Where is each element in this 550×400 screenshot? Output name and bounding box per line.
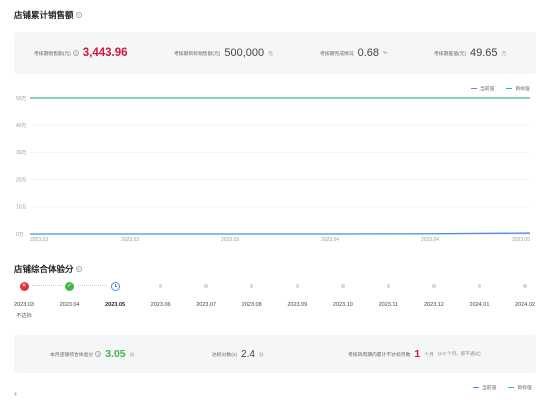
score-section-title: 店铺综合体验分 ? bbox=[14, 264, 82, 274]
y-tick-label: 30万 bbox=[16, 150, 27, 156]
x-tick-label: 2023.05 bbox=[512, 237, 530, 243]
help-icon[interactable]: ? bbox=[75, 266, 82, 272]
timeline-month-label: 2023.07 bbox=[196, 302, 217, 308]
pending-dot-icon bbox=[295, 284, 300, 288]
timeline-node-future[interactable] bbox=[520, 281, 530, 291]
timeline-month-label: 2023.04 bbox=[59, 302, 80, 308]
x-tick-label: 2023.03 bbox=[30, 237, 48, 243]
y-tick-label: 20万 bbox=[16, 177, 27, 183]
x-tick-label: 2023.04 bbox=[421, 237, 439, 243]
timeline-month-label: 2023.06 bbox=[150, 302, 171, 308]
timeline-node-future[interactable] bbox=[474, 281, 484, 291]
timeline-node-future[interactable] bbox=[201, 281, 211, 291]
score-summary-card: 本月店铺综合体验分? 3.05 分 达标分数(≥) 2.4 分 考核目周期内累计… bbox=[14, 335, 536, 373]
legend-item-target[interactable]: 目标值 bbox=[508, 384, 532, 391]
fail-months-value: 1 bbox=[414, 348, 421, 360]
timeline-month-label: 2023.12 bbox=[423, 302, 444, 308]
timeline-month-label: 2024.01 bbox=[469, 302, 490, 308]
pending-dot-icon bbox=[523, 284, 527, 288]
y-tick-label: 0万 bbox=[16, 232, 24, 238]
timeline-node-future[interactable] bbox=[156, 281, 166, 291]
pending-dot-icon bbox=[341, 284, 345, 288]
timeline-node-pass[interactable]: ✓ bbox=[65, 281, 75, 291]
timeline-month-label: 2024.02 bbox=[515, 302, 535, 308]
timeline-month-label: 2023.10 bbox=[332, 302, 353, 308]
timeline-month-label: 2023.05 bbox=[105, 302, 126, 308]
x-tick-label: 2023.03 bbox=[121, 237, 139, 243]
timeline-node-future[interactable] bbox=[292, 281, 302, 291]
current-score-value: 3.05 bbox=[105, 348, 126, 360]
pending-dot-icon bbox=[249, 284, 254, 288]
pending-dot-icon bbox=[477, 284, 482, 288]
current-score-metric: 本月店铺综合体验分? 3.05 分 bbox=[50, 348, 135, 360]
series-line-current[interactable] bbox=[30, 232, 531, 235]
sales-line-chart: 0万 10万 20万 30万 40万 50万 2023.03 2023.03 2023.03 20… bbox=[16, 96, 531, 243]
pending-dot-icon bbox=[204, 284, 208, 288]
clock-icon bbox=[110, 281, 120, 291]
x-tick-label: 2023.03 bbox=[221, 237, 239, 243]
target-score-value: 2.4 bbox=[241, 348, 255, 360]
target-score-metric: 达标分数(≥) 2.4 分 bbox=[212, 348, 264, 360]
y-tick-label: 10万 bbox=[16, 205, 27, 211]
pending-dot-icon bbox=[386, 284, 391, 288]
timeline-node-future[interactable] bbox=[247, 281, 257, 291]
timeline-node-future[interactable] bbox=[338, 281, 348, 291]
check-icon: ✓ bbox=[65, 281, 75, 291]
timeline-month-label: 2023.09 bbox=[287, 302, 308, 308]
fail-icon: ✕ bbox=[19, 281, 29, 291]
timeline-month-label: 2023.08 bbox=[241, 302, 262, 308]
pending-dot-icon bbox=[432, 284, 436, 288]
timeline-node-future[interactable] bbox=[383, 281, 393, 291]
y-tick-label: 40万 bbox=[16, 123, 27, 129]
timeline-node-future[interactable] bbox=[429, 281, 439, 291]
pending-dot-icon bbox=[158, 284, 163, 288]
legend-item-current[interactable]: 当前值 bbox=[473, 384, 496, 391]
timeline-month-label: 2023.11 bbox=[378, 302, 399, 308]
timeline-node-current[interactable] bbox=[110, 281, 120, 291]
timeline-connector bbox=[77, 285, 108, 287]
score-chart-legend: 当前值 目标值 bbox=[473, 384, 532, 391]
x-tick-label: 2023.04 bbox=[321, 237, 339, 243]
timeline-node-fail[interactable]: ✕ bbox=[19, 281, 29, 291]
timeline-connector bbox=[32, 285, 62, 287]
timeline-month-status: 不达标 bbox=[16, 313, 32, 319]
fail-months-metric: 考核目周期内累计不达标月数 1 个月 (≤ 8 个月，即不通过) bbox=[348, 348, 481, 360]
y-tick-label: 50万 bbox=[16, 96, 27, 102]
help-icon[interactable]: ? bbox=[95, 351, 102, 357]
timeline-month-label: 2023.03 bbox=[14, 302, 34, 308]
score-chart-tick: 4 bbox=[14, 392, 17, 398]
